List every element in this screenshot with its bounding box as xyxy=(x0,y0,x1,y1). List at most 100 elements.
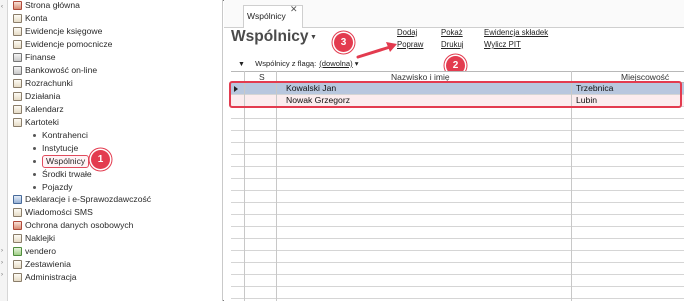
empty-row xyxy=(231,131,684,143)
sidebar-item-label: Strona główna xyxy=(25,0,80,10)
empty-row xyxy=(231,119,684,131)
empty-row xyxy=(231,167,684,179)
show-link[interactable]: Pokaż xyxy=(441,28,463,37)
data-protection-icon xyxy=(13,221,22,230)
filter-label: Wspólnicy z flagą: xyxy=(255,59,317,68)
filter-row: ▼ Wspólnicy z flagą: (dowolna) ▾ xyxy=(238,59,359,68)
empty-row xyxy=(231,107,684,119)
settlements-icon xyxy=(13,79,22,88)
sidebar-subitem-fixed-assets[interactable]: Środki trwałe xyxy=(33,168,92,181)
tab-bar: Wspólnicy ✕ xyxy=(224,0,684,28)
empty-row xyxy=(231,155,684,167)
sidebar-item-label: Kartoteki xyxy=(25,117,59,127)
ledger-icon xyxy=(13,40,22,49)
stickers-icon xyxy=(13,234,22,243)
bank-icon xyxy=(13,66,22,75)
bullet-icon xyxy=(33,186,36,189)
main-panel: Wspólnicy ✕ Wspólnicy ▼ Dodaj Popraw Pok… xyxy=(224,0,684,301)
chevron-right-icon[interactable]: › xyxy=(1,260,3,266)
sidebar-item-sms[interactable]: Wiadomości SMS xyxy=(13,206,93,219)
contributions-link[interactable]: Ewidencja składek xyxy=(484,28,548,37)
step-badge-1: 1 xyxy=(91,150,110,169)
bullet-icon xyxy=(33,147,36,150)
sidebar-subitem-label: Wspólnicy xyxy=(42,155,90,168)
actions-icon xyxy=(13,92,22,101)
sidebar-item-label: Zestawienia xyxy=(25,259,71,269)
sidebar-item-label: Deklaracje i e-Sprawozdawczość xyxy=(25,194,152,204)
sidebar-item-label: vendero xyxy=(25,246,57,256)
annotation-arrow-icon xyxy=(356,42,397,59)
sidebar-item-actions[interactable]: Działania xyxy=(13,90,60,103)
page-title[interactable]: Wspólnicy xyxy=(231,28,309,46)
filter-value-dropdown[interactable]: (dowolna) xyxy=(319,59,352,68)
empty-row xyxy=(231,143,684,155)
empty-row xyxy=(231,263,684,275)
sidebar-item-label: Wiadomości SMS xyxy=(25,207,93,217)
sidebar-subitem-label: Kontrahenci xyxy=(42,130,88,140)
chevron-left-icon[interactable]: ‹ xyxy=(1,4,3,10)
sidebar: Strona główna Konta Ewidencje księgowe E… xyxy=(8,0,223,301)
finance-icon xyxy=(13,53,22,62)
step-badge-3: 3 xyxy=(334,33,353,52)
sidebar-item-administration[interactable]: Administracja xyxy=(13,271,77,284)
sidebar-item-aux-ledgers[interactable]: Ewidencje pomocnicze xyxy=(13,38,112,51)
empty-row xyxy=(231,215,684,227)
sidebar-item-label: Bankowość on-line xyxy=(25,65,98,75)
sidebar-item-data-protection[interactable]: Ochrona danych osobowych xyxy=(13,219,133,232)
declarations-icon xyxy=(13,195,22,204)
sidebar-item-label: Administracja xyxy=(25,272,77,282)
sidebar-item-calendar[interactable]: Kalendarz xyxy=(13,103,64,116)
sidebar-item-records[interactable]: Kartoteki xyxy=(13,116,59,129)
sidebar-item-home[interactable]: Strona główna xyxy=(13,0,80,12)
sidebar-item-finance[interactable]: Finanse xyxy=(13,51,56,64)
sidebar-item-label: Finanse xyxy=(25,52,56,62)
sidebar-item-label: Naklejki xyxy=(25,233,56,243)
accounts-icon xyxy=(13,14,22,23)
chevron-down-icon[interactable]: ▼ xyxy=(310,34,317,41)
bullet-icon xyxy=(33,134,36,137)
close-icon[interactable]: ✕ xyxy=(290,4,298,15)
ledger-icon xyxy=(13,27,22,36)
sidebar-item-ledgers[interactable]: Ewidencje księgowe xyxy=(13,25,102,38)
sidebar-subitem-institutions[interactable]: Instytucje xyxy=(33,142,78,155)
sidebar-subitem-contractors[interactable]: Kontrahenci xyxy=(33,129,88,142)
empty-row xyxy=(231,287,684,299)
empty-row xyxy=(231,251,684,263)
sidebar-item-label: Rozrachunki xyxy=(25,78,73,88)
sidebar-item-stickers[interactable]: Naklejki xyxy=(13,232,55,245)
calendar-icon xyxy=(13,105,22,114)
sidebar-subitem-label: Środki trwałe xyxy=(42,169,92,179)
add-link[interactable]: Dodaj xyxy=(397,28,417,37)
print-link[interactable]: Drukuj xyxy=(441,40,464,49)
sidebar-item-label: Konta xyxy=(25,13,48,23)
sidebar-item-settlements[interactable]: Rozrachunki xyxy=(13,77,73,90)
sidebar-item-declarations[interactable]: Deklaracje i e-Sprawozdawczość xyxy=(13,193,151,206)
chevron-right-icon[interactable]: › xyxy=(1,272,3,278)
empty-row xyxy=(231,275,684,287)
bullet-icon xyxy=(33,160,36,163)
sidebar-item-label: Ewidencje księgowe xyxy=(25,26,103,36)
collapse-triangle-icon[interactable]: ▼ xyxy=(238,61,245,68)
sms-icon xyxy=(13,208,22,217)
folder-icon xyxy=(13,118,22,127)
vendero-icon xyxy=(13,247,22,256)
empty-row xyxy=(231,227,684,239)
collapsed-panel-strip[interactable]: ‹ › › › flow xyxy=(0,0,8,301)
sidebar-subitem-label: Instytucje xyxy=(42,143,79,153)
home-icon xyxy=(13,1,22,10)
sidebar-item-label: Działania xyxy=(25,91,61,101)
partners-grid: S Nazwisko i imię Miejscowość Kowalski J… xyxy=(229,71,684,301)
tab-label: Wspólnicy xyxy=(247,11,286,21)
chevron-right-icon[interactable]: › xyxy=(1,248,3,254)
empty-row xyxy=(231,191,684,203)
calc-pit-link[interactable]: Wylicz PIT xyxy=(484,40,521,49)
sidebar-item-vendero[interactable]: vendero xyxy=(13,245,56,258)
sidebar-item-online-banking[interactable]: Bankowość on-line xyxy=(13,64,97,77)
sidebar-item-accounts[interactable]: Konta xyxy=(13,12,47,25)
sidebar-item-reports[interactable]: Zestawienia xyxy=(13,258,71,271)
chevron-down-icon[interactable]: ▾ xyxy=(353,59,359,68)
rows-highlight-box xyxy=(229,81,682,108)
sidebar-subitem-partners[interactable]: Wspólnicy xyxy=(33,155,90,168)
empty-row xyxy=(231,203,684,215)
sidebar-item-label: Kalendarz xyxy=(25,104,64,114)
